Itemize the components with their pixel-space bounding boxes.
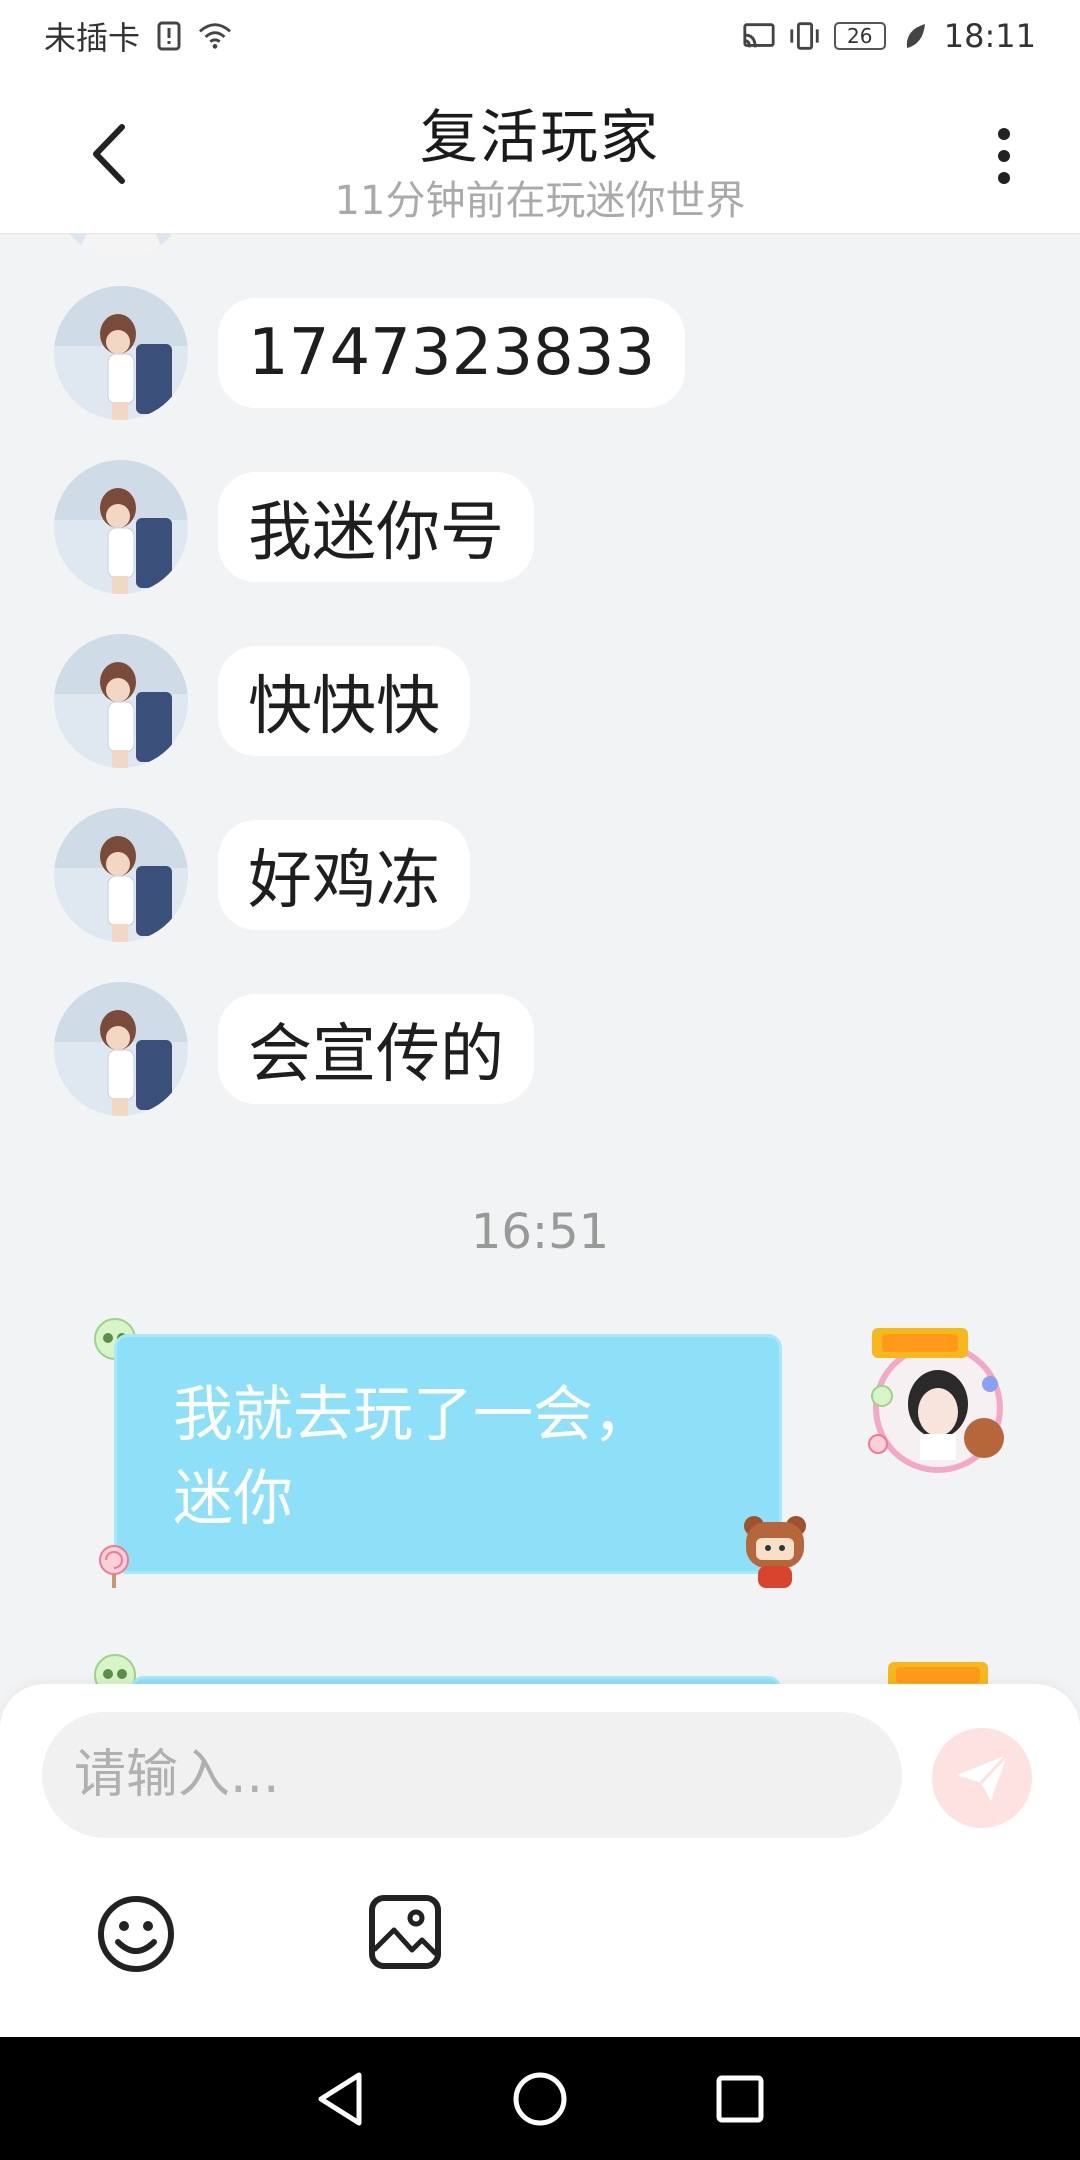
sim-alert-icon xyxy=(152,19,186,53)
game-badge-icon xyxy=(888,1662,988,1684)
message-input[interactable] xyxy=(42,1712,902,1838)
message-list[interactable]: 1747323833 我迷你号 快快快 好鸡冻 会宣传的 16:51 我就去玩了… xyxy=(0,234,1080,1684)
paper-plane-icon xyxy=(957,1753,1009,1801)
avatar[interactable] xyxy=(54,634,188,768)
battery-indicator: 26 xyxy=(833,22,886,50)
status-right: 26 18:11 xyxy=(742,17,1036,55)
lollipop-icon xyxy=(99,1545,129,1588)
my-avatar[interactable] xyxy=(862,1326,1014,1478)
square-recents-icon xyxy=(716,2075,764,2122)
message-bubble[interactable]: 好鸡冻 xyxy=(218,820,470,930)
outgoing-message-bubble[interactable]: 我就去玩了一会， 迷你 xyxy=(114,1334,782,1574)
clock: 18:11 xyxy=(943,17,1036,55)
vibrate-icon xyxy=(788,19,822,53)
outgoing-message-line: 迷你 xyxy=(173,1464,293,1534)
status-bar: 未插卡 26 18:11 xyxy=(0,0,1080,72)
status-left: 未插卡 xyxy=(44,13,232,59)
message-bubble[interactable]: 1747323833 xyxy=(218,298,686,408)
leaf-icon xyxy=(898,19,932,53)
avatar[interactable] xyxy=(54,808,188,942)
outgoing-message-line: 我就去玩了一会， xyxy=(173,1380,653,1450)
avatar[interactable] xyxy=(54,286,188,420)
nav-back-button[interactable] xyxy=(310,2069,370,2129)
bear-sticker-icon xyxy=(744,1516,806,1588)
nav-recents-button[interactable] xyxy=(710,2069,770,2129)
system-nav-bar xyxy=(0,2037,1080,2160)
avatar[interactable] xyxy=(54,234,188,258)
circle-home-icon xyxy=(513,2072,567,2125)
image-picker-button[interactable] xyxy=(368,1894,442,1970)
triangle-back-icon xyxy=(318,2072,362,2125)
list-item: 好鸡冻 xyxy=(54,808,470,942)
avatar[interactable] xyxy=(54,982,188,1116)
message-bubble[interactable]: 会宣传的 xyxy=(218,994,534,1104)
outgoing-message-bubble[interactable] xyxy=(130,1676,782,1684)
smiley-icon xyxy=(98,1896,174,1972)
avatar[interactable] xyxy=(54,460,188,594)
wifi-icon xyxy=(198,19,232,53)
chat-header: 复活玩家 11分钟前在玩迷你世界 xyxy=(0,72,1080,234)
list-item: 1747323833 xyxy=(54,286,686,420)
composer-panel xyxy=(0,1684,1080,2037)
message-timestamp: 16:51 xyxy=(470,1204,610,1260)
message-bubble[interactable]: 我迷你号 xyxy=(218,472,534,582)
chat-title: 复活玩家 xyxy=(419,103,660,171)
send-button[interactable] xyxy=(932,1728,1032,1828)
more-button[interactable] xyxy=(984,116,1024,196)
skull-sticker-icon xyxy=(94,1654,136,1684)
image-icon xyxy=(369,1895,441,1969)
cast-icon xyxy=(742,19,776,53)
carrier-label: 未插卡 xyxy=(44,19,141,57)
list-item: 我迷你号 xyxy=(54,460,534,594)
nav-home-button[interactable] xyxy=(510,2069,570,2129)
message-bubble[interactable]: 快快快 xyxy=(218,646,470,756)
more-vertical-icon xyxy=(998,128,1010,140)
list-item: 会宣传的 xyxy=(54,982,534,1116)
presence-status: 11分钟前在玩迷你世界 xyxy=(334,178,746,224)
emoji-button[interactable] xyxy=(96,1894,176,1974)
list-item: 快快快 xyxy=(54,634,470,768)
